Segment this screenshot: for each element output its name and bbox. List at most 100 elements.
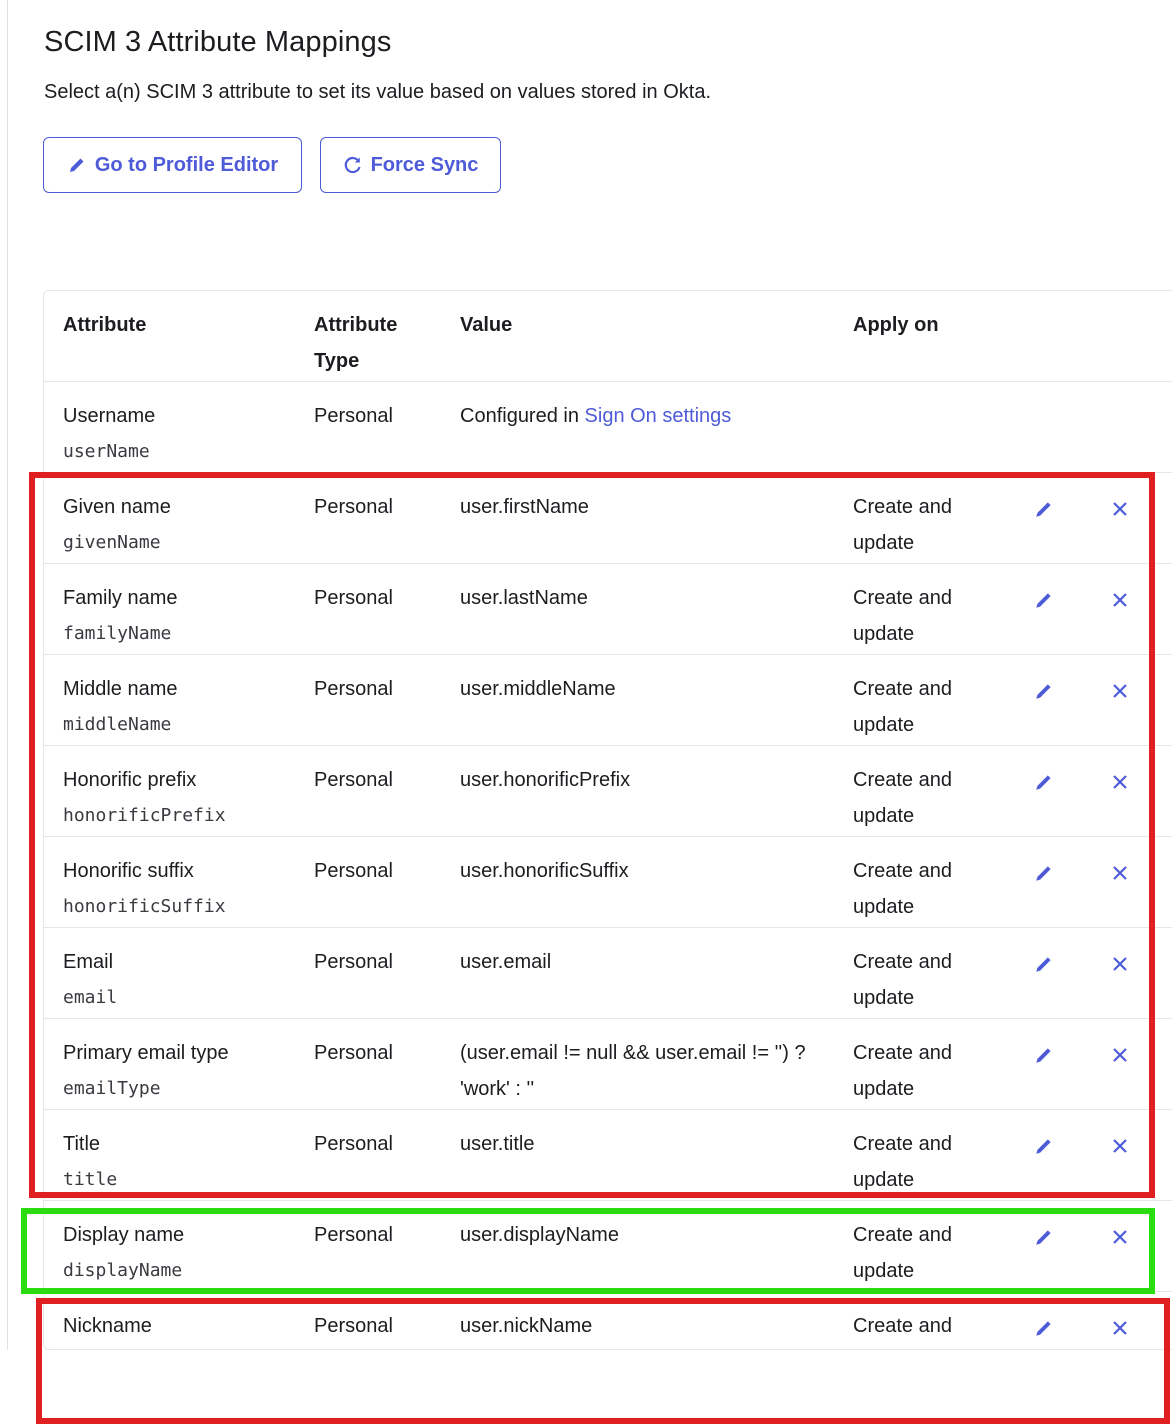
attribute-label: Middle name [63,678,178,700]
pencil-icon [1036,1321,1051,1336]
table-row: Family name familyName Personal user.las… [44,564,1172,655]
attribute-type-cell: Personal [314,1315,393,1337]
pencil-icon [67,155,87,175]
header-apply-on: Apply on [853,314,939,336]
table-row: Nickname nickName Personal user.nickName… [44,1292,1172,1349]
header-value: Value [460,314,513,336]
apply-on-cell: Create and update [853,951,952,1009]
viewport-cutoff [0,1350,1172,1426]
attribute-label: Nickname [63,1315,152,1337]
apply-on-cell: Create and update [853,769,952,827]
remove-mapping-button[interactable] [1106,859,1134,887]
attribute-label: Email [63,951,114,973]
pencil-icon [1036,684,1051,699]
pencil-icon [1036,1230,1051,1245]
apply-on-cell: Create and update [853,496,952,554]
apply-on-cell: Create and update [853,1133,952,1191]
remove-mapping-button[interactable] [1106,768,1134,796]
value-cell: user.nickName [460,1315,593,1337]
attribute-key: familyName [63,623,172,644]
pencil-icon [1036,866,1051,881]
header-attribute-type: Attribute Type [314,314,398,372]
apply-on-cell: Create and update [853,678,952,736]
edit-mapping-button[interactable] [1030,1132,1058,1160]
table-row: Middle name middleName Personal user.mid… [44,655,1172,746]
value-cell: (user.email != null && user.email != '')… [460,1042,806,1100]
attribute-key: displayName [63,1260,183,1281]
pencil-icon [1036,502,1051,517]
attribute-cell: Middle name middleName [63,671,293,743]
close-icon [1113,593,1127,607]
sign-on-settings-link[interactable]: Sign On settings [585,405,732,427]
attribute-cell: Primary email type emailType [63,1035,293,1107]
close-icon [1113,775,1127,789]
edit-mapping-button[interactable] [1030,1314,1058,1342]
left-divider [7,0,8,1350]
value-cell: user.email [460,951,552,973]
remove-mapping-button[interactable] [1106,677,1134,705]
table-header-row: Attribute Attribute Type Value Apply on [44,291,1172,382]
edit-mapping-button[interactable] [1030,1041,1058,1069]
pencil-icon [1036,593,1051,608]
table-row: Primary email type emailType Personal (u… [44,1019,1172,1110]
apply-on-cell: Create and update [853,1042,952,1100]
value-cell: user.honorificSuffix [460,860,629,882]
attribute-type-cell: Personal [314,678,393,700]
remove-mapping-button[interactable] [1106,950,1134,978]
attribute-cell: Honorific prefix honorificPrefix [63,762,293,834]
attribute-type-cell: Personal [314,769,393,791]
attribute-type-cell: Personal [314,860,393,882]
edit-mapping-button[interactable] [1030,768,1058,796]
close-icon [1113,1321,1127,1335]
attribute-label: Primary email type [63,1042,229,1064]
attribute-key: middleName [63,714,172,735]
refresh-icon [343,155,363,175]
remove-mapping-button[interactable] [1106,1223,1134,1251]
edit-mapping-button[interactable] [1030,1223,1058,1251]
apply-on-cell: Create and update [853,587,952,645]
close-icon [1113,1048,1127,1062]
value-prefix: Configured in [460,405,585,427]
table-row: Title title Personal user.title Create a… [44,1110,1172,1201]
close-icon [1113,1139,1127,1153]
remove-mapping-button[interactable] [1106,495,1134,523]
page-title: SCIM 3 Attribute Mappings [44,26,392,58]
apply-on-cell: Create and update [853,1224,952,1282]
header-attribute: Attribute [63,314,147,336]
attribute-label: Family name [63,587,178,609]
table-row: Honorific suffix honorificSuffix Persona… [44,837,1172,928]
attribute-type-cell: Personal [314,1042,393,1064]
value-cell: user.middleName [460,678,616,700]
attribute-cell: Title title [63,1126,293,1198]
edit-mapping-button[interactable] [1030,586,1058,614]
attribute-type-cell: Personal [314,496,393,518]
attribute-cell: Given name givenName [63,489,293,561]
edit-mapping-button[interactable] [1030,859,1058,887]
table-row: Given name givenName Personal user.first… [44,473,1172,564]
attribute-key: honorificSuffix [63,896,226,917]
remove-mapping-button[interactable] [1106,1314,1134,1342]
table-row: Honorific prefix honorificPrefix Persona… [44,746,1172,837]
apply-on-cell: Create and update [853,1315,952,1337]
attribute-cell: Display name displayName [63,1217,293,1289]
value-cell: user.honorificPrefix [460,769,631,791]
pencil-icon [1036,1139,1051,1154]
attribute-label: Honorific prefix [63,769,197,791]
edit-mapping-button[interactable] [1030,950,1058,978]
remove-mapping-button[interactable] [1106,1132,1134,1160]
attribute-key: honorificPrefix [63,805,226,826]
value-cell: user.title [460,1133,535,1155]
table-row: Display name displayName Personal user.d… [44,1201,1172,1292]
edit-mapping-button[interactable] [1030,495,1058,523]
remove-mapping-button[interactable] [1106,1041,1134,1069]
go-to-profile-editor-label: Go to Profile Editor [94,153,279,176]
remove-mapping-button[interactable] [1106,586,1134,614]
attribute-label: Honorific suffix [63,860,194,882]
value-cell: user.displayName [460,1224,619,1246]
go-to-profile-editor-button[interactable]: Go to Profile Editor [43,137,302,193]
attribute-label: Username [63,405,156,427]
force-sync-button[interactable]: Force Sync [320,137,501,193]
attribute-type-cell: Personal [314,951,393,973]
table-row: Email email Personal user.email Create a… [44,928,1172,1019]
edit-mapping-button[interactable] [1030,677,1058,705]
